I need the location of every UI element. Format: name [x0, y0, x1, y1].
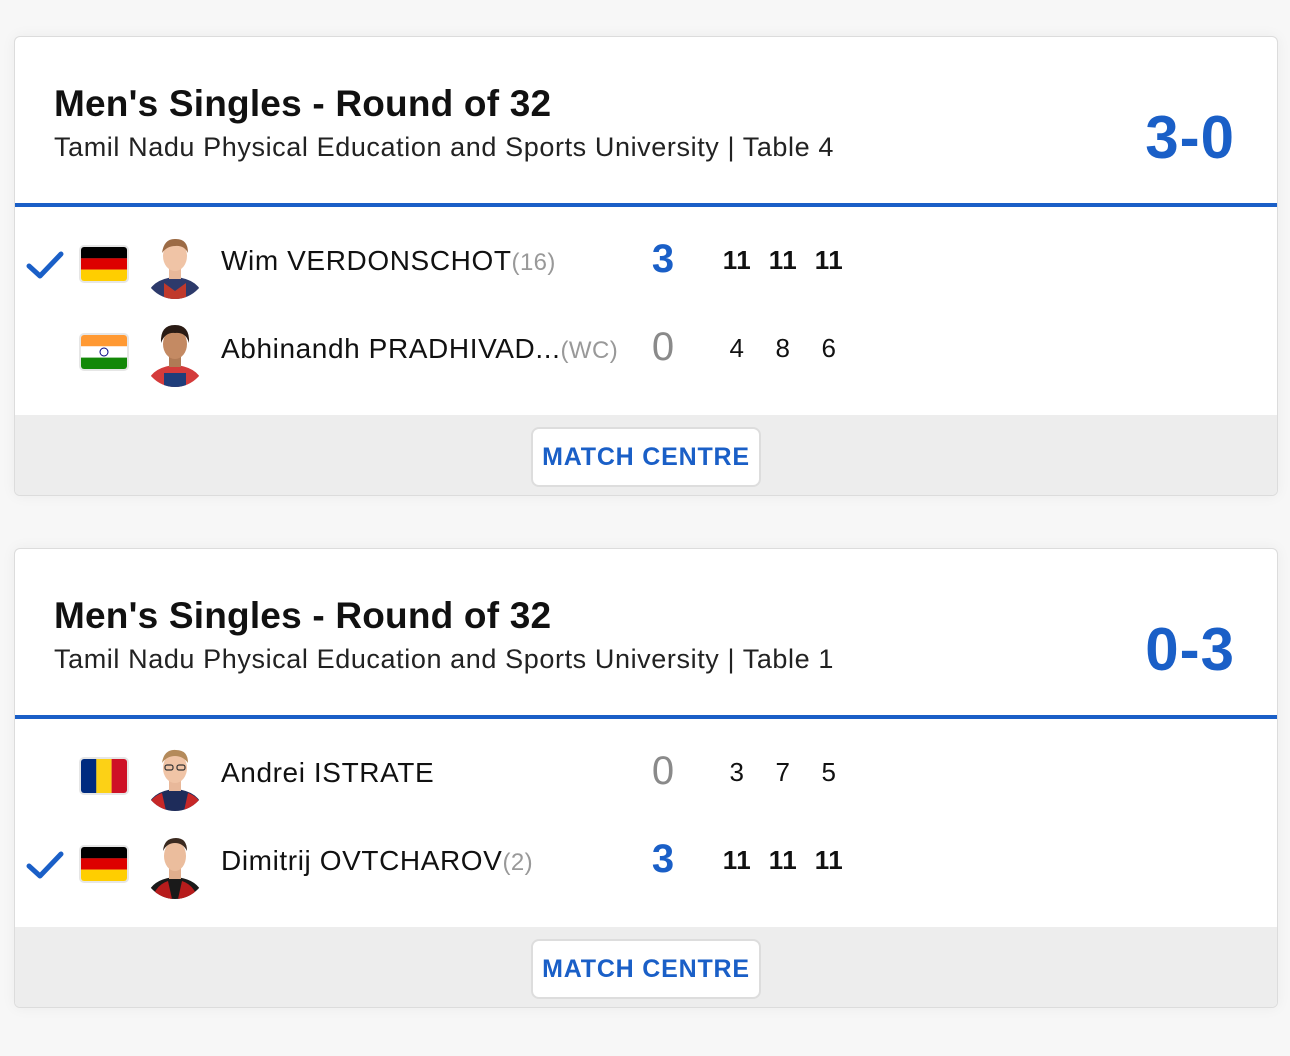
game-score: 5: [821, 757, 837, 787]
match-score: 0-3: [1145, 616, 1235, 683]
header-divider: [15, 715, 1277, 719]
winner-check-icon: [26, 251, 64, 279]
game-score: 11: [814, 845, 844, 875]
romania-flag-icon: [81, 759, 127, 793]
game-score: 11: [814, 245, 844, 275]
match-footer: MATCH CENTRE: [15, 415, 1277, 495]
match-card: Men's Singles - Round of 32 Tamil Nadu P…: [14, 548, 1278, 1008]
game-score: 7: [775, 757, 791, 787]
player-name[interactable]: Wim VERDONSCHOT(16): [221, 245, 556, 277]
game-score: 4: [729, 333, 745, 363]
sets-won: 3: [651, 237, 675, 281]
match-score: 3-0: [1145, 104, 1235, 171]
game-score: 11: [768, 245, 798, 275]
game-score: 8: [775, 333, 791, 363]
player-name-text: Dimitrij OVTCHAROV: [221, 845, 503, 876]
player-name-text: Wim VERDONSCHOT: [221, 245, 512, 276]
player-seed: (2): [502, 849, 534, 876]
match-header: Men's Singles - Round of 32 Tamil Nadu P…: [15, 37, 1277, 204]
player-name-text: Abhinandh PRADHIVAD...: [221, 333, 561, 364]
player-name[interactable]: Abhinandh PRADHIVAD...(WC): [221, 333, 618, 365]
winner-check-icon: [26, 851, 64, 879]
match-centre-button[interactable]: MATCH CENTRE: [531, 427, 761, 487]
match-centre-button[interactable]: MATCH CENTRE: [531, 939, 761, 999]
header-divider: [15, 203, 1277, 207]
player-avatar: [142, 829, 208, 899]
player-row: Wim VERDONSCHOT(16) 3 11 11 11: [15, 223, 1277, 307]
player-name[interactable]: Dimitrij OVTCHAROV(2): [221, 845, 533, 877]
germany-flag-icon: [81, 847, 127, 881]
player-row: Andrei ISTRATE 0 3 7 5: [15, 735, 1277, 819]
match-title: Men's Singles - Round of 32: [54, 83, 552, 124]
germany-flag-icon: [81, 247, 127, 281]
match-card: Men's Singles - Round of 32 Tamil Nadu P…: [14, 36, 1278, 496]
game-score: 6: [821, 333, 837, 363]
player-avatar: [142, 317, 208, 387]
game-score: 11: [768, 845, 798, 875]
match-header: Men's Singles - Round of 32 Tamil Nadu P…: [15, 549, 1277, 716]
player-seed: (WC): [560, 337, 619, 364]
game-score: 11: [722, 845, 752, 875]
player-row: Abhinandh PRADHIVAD...(WC) 0 4 8 6: [15, 311, 1277, 395]
game-score: 3: [729, 757, 745, 787]
game-score: 11: [722, 245, 752, 275]
match-footer: MATCH CENTRE: [15, 927, 1277, 1007]
match-venue: Tamil Nadu Physical Education and Sports…: [54, 132, 834, 162]
player-seed: (16): [511, 249, 556, 276]
player-avatar: [142, 741, 208, 811]
match-title: Men's Singles - Round of 32: [54, 595, 552, 636]
player-row: Dimitrij OVTCHAROV(2) 3 11 11 11: [15, 823, 1277, 907]
sets-won: 0: [651, 749, 675, 793]
match-venue: Tamil Nadu Physical Education and Sports…: [54, 644, 834, 674]
sets-won: 0: [651, 325, 675, 369]
sets-won: 3: [651, 837, 675, 881]
player-name-text: Andrei ISTRATE: [221, 757, 435, 788]
india-flag-icon: [81, 335, 127, 369]
player-avatar: [142, 229, 208, 299]
player-name[interactable]: Andrei ISTRATE: [221, 757, 434, 789]
